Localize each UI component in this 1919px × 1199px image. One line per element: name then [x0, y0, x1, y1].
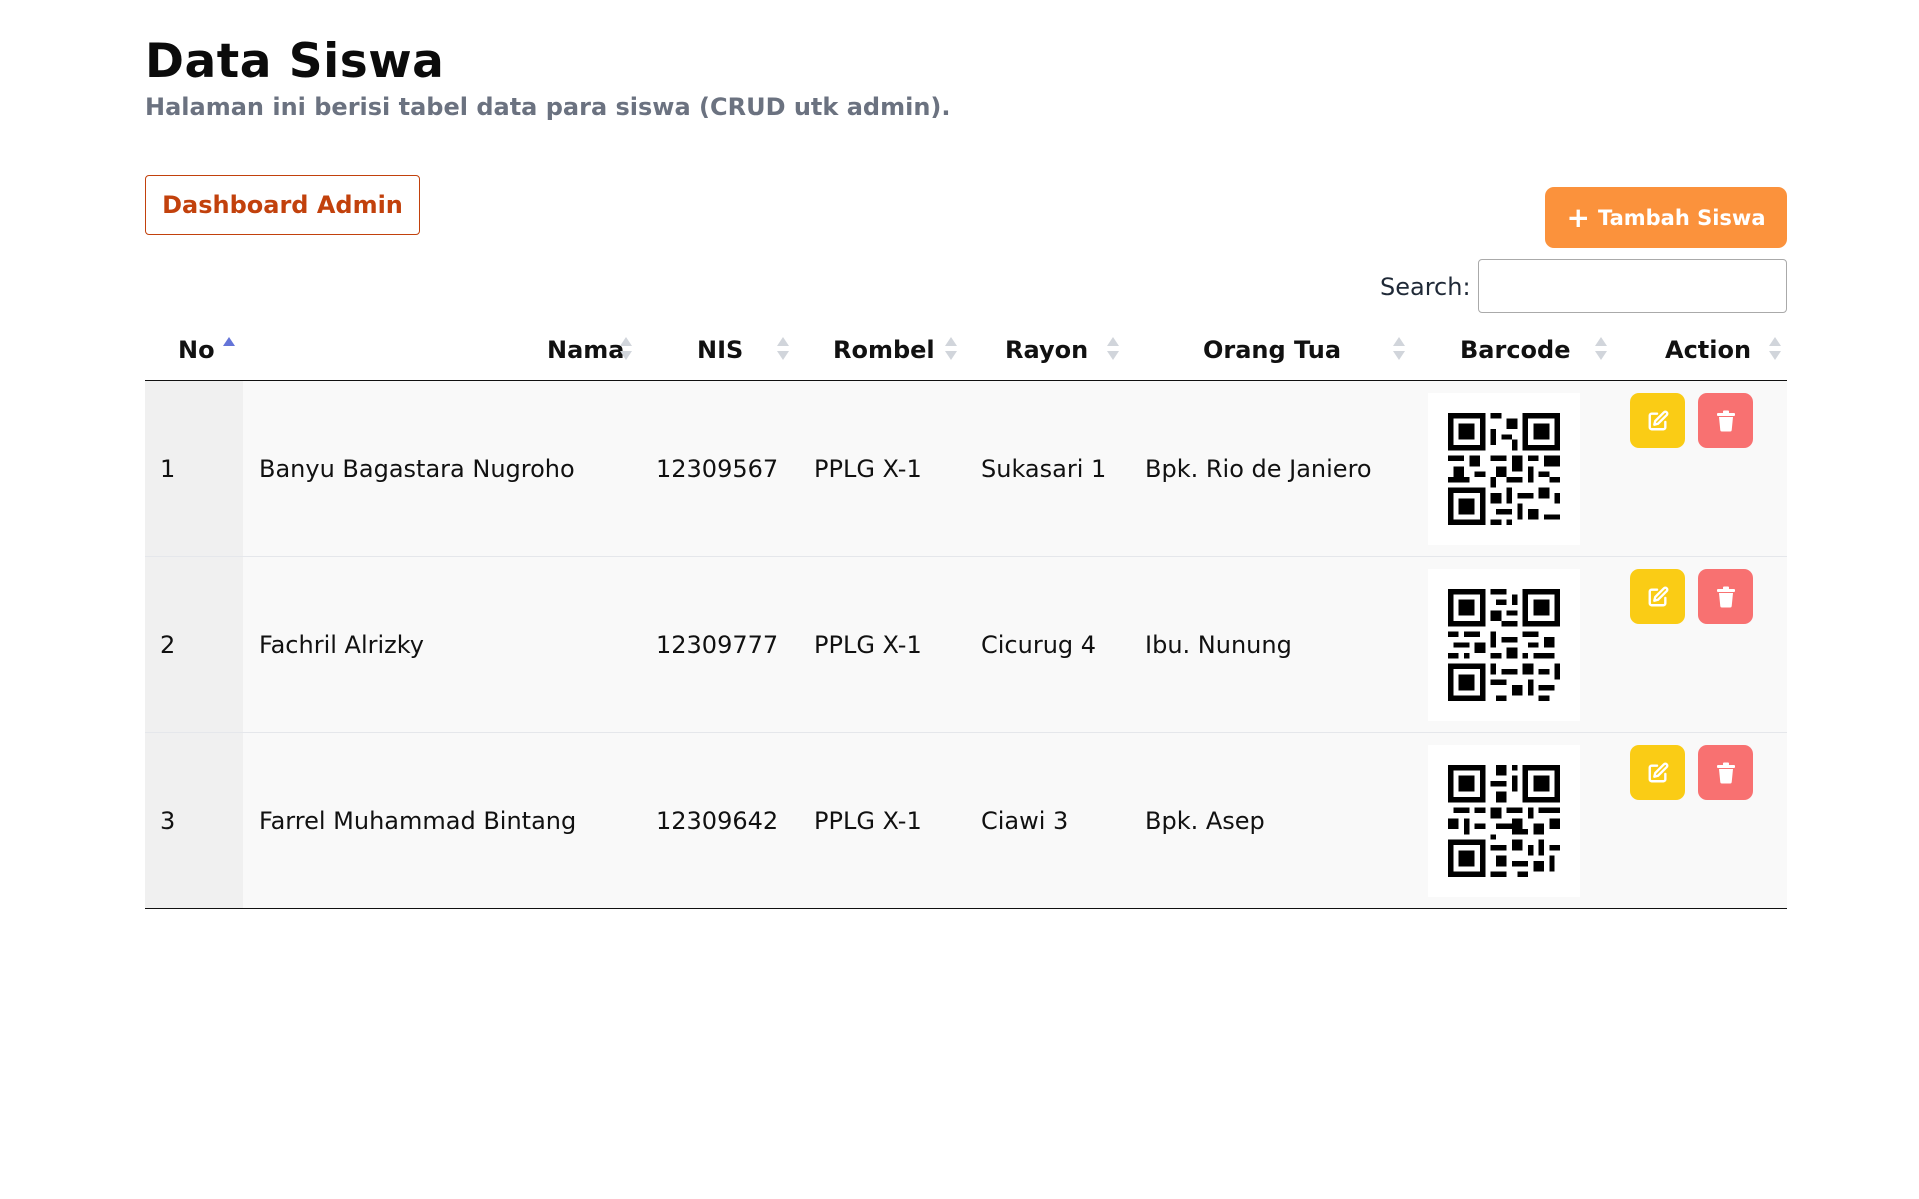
add-student-button[interactable]: + Tambah Siswa: [1545, 187, 1787, 248]
cell-rayon: Sukasari 1: [981, 454, 1107, 483]
trash-icon: [1716, 762, 1735, 784]
column-header-rayon[interactable]: Rayon: [1005, 318, 1088, 381]
cell-nis: 12309567: [656, 454, 779, 483]
sort-icon: [1105, 337, 1119, 363]
qr-code-icon: [1428, 745, 1580, 897]
cell-rayon: Ciawi 3: [981, 806, 1069, 835]
dashboard-admin-button[interactable]: Dashboard Admin: [145, 175, 420, 235]
trash-icon: [1716, 586, 1735, 608]
sort-icon: [1593, 337, 1607, 363]
column-label: Action: [1665, 335, 1752, 364]
sort-icon: [1767, 337, 1781, 363]
edit-icon: [1648, 410, 1668, 430]
trash-icon: [1716, 410, 1735, 432]
column-label: Nama: [547, 335, 625, 364]
cell-rayon: Cicurug 4: [981, 630, 1097, 659]
add-student-label: Tambah Siswa: [1597, 205, 1766, 230]
column-header-action[interactable]: Action: [1665, 318, 1751, 381]
cell-no: 3: [160, 806, 176, 835]
cell-rombel: PPLG X-1: [814, 806, 922, 835]
edit-icon: [1648, 586, 1668, 606]
cell-nis: 12309777: [656, 630, 779, 659]
column-label: No: [178, 335, 215, 364]
edit-button[interactable]: [1630, 393, 1685, 448]
cell-no: 2: [160, 630, 176, 659]
cell-rombel: PPLG X-1: [814, 630, 922, 659]
table-row: 3 Farrel Muhammad Bintang 12309642 PPLG …: [145, 733, 1787, 909]
column-header-nama[interactable]: Nama: [547, 318, 624, 381]
edit-button[interactable]: [1630, 745, 1685, 800]
cell-rombel: PPLG X-1: [814, 454, 922, 483]
delete-button[interactable]: [1698, 393, 1753, 448]
qr-code-icon: [1428, 569, 1580, 721]
delete-button[interactable]: [1698, 569, 1753, 624]
cell-nama: Fachril Alrizky: [259, 630, 425, 659]
column-label: Barcode: [1460, 335, 1571, 364]
column-header-rombel[interactable]: Rombel: [833, 318, 935, 381]
sort-icon: [618, 337, 632, 363]
column-header-orang-tua[interactable]: Orang Tua: [1203, 318, 1341, 381]
cell-nis: 12309642: [656, 806, 779, 835]
column-header-no[interactable]: No: [178, 318, 215, 381]
cell-orang-tua: Bpk. Asep: [1145, 806, 1265, 835]
table-row: 1 Banyu Bagastara Nugroho 12309567 PPLG …: [145, 381, 1787, 557]
column-label: Rombel: [833, 335, 935, 364]
table-header: No Nama NIS Rombel Rayon Orang Tua Barco…: [145, 318, 1787, 381]
sort-icon: [775, 337, 789, 363]
table-row: 2 Fachril Alrizky 12309777 PPLG X-1 Cicu…: [145, 557, 1787, 733]
delete-button[interactable]: [1698, 745, 1753, 800]
cell-no: 1: [160, 454, 176, 483]
page-subtitle: Halaman ini berisi tabel data para siswa…: [145, 93, 951, 121]
column-header-nis[interactable]: NIS: [697, 318, 743, 381]
column-header-barcode[interactable]: Barcode: [1460, 318, 1571, 381]
column-label: Rayon: [1005, 335, 1089, 364]
column-label: Orang Tua: [1203, 335, 1342, 364]
cell-orang-tua: Bpk. Rio de Janiero: [1145, 454, 1372, 483]
search-input[interactable]: [1478, 259, 1787, 313]
sort-asc-icon: [221, 337, 235, 363]
sort-icon: [943, 337, 957, 363]
sort-icon: [1391, 337, 1405, 363]
cell-nama: Banyu Bagastara Nugroho: [259, 454, 575, 483]
page-title: Data Siswa: [145, 34, 445, 89]
search-label: Search:: [1380, 273, 1471, 301]
cell-nama: Farrel Muhammad Bintang: [259, 806, 577, 835]
column-label: NIS: [697, 335, 744, 364]
qr-code-icon: [1428, 393, 1580, 545]
cell-orang-tua: Ibu. Nunung: [1145, 630, 1292, 659]
edit-button[interactable]: [1630, 569, 1685, 624]
student-table: No Nama NIS Rombel Rayon Orang Tua Barco…: [145, 318, 1787, 909]
edit-icon: [1648, 762, 1668, 782]
plus-icon: +: [1566, 200, 1590, 234]
